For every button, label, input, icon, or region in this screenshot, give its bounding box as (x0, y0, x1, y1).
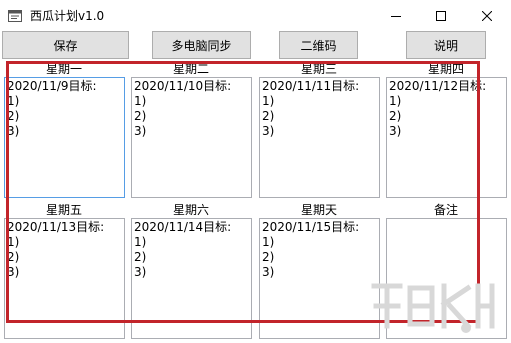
day-label-tuesday: 星期二 (172, 62, 209, 76)
close-icon (482, 10, 492, 21)
multi-pc-sync-button[interactable]: 多电脑同步 (152, 31, 251, 59)
maximize-button[interactable] (418, 0, 464, 31)
day-text-line: 1) (262, 94, 275, 108)
day-text-line: 1) (134, 94, 147, 108)
day-label-friday: 星期五 (45, 203, 82, 217)
help-button[interactable]: 说明 (406, 31, 486, 59)
day-text-line: 2) (134, 109, 147, 123)
day-text-line: 3) (7, 124, 20, 138)
qrcode-button[interactable]: 二维码 (279, 31, 358, 59)
save-button[interactable]: 保存 (2, 31, 129, 59)
day-label-sunday: 星期天 (300, 203, 337, 217)
day-text-line: 1) (262, 235, 275, 249)
day-text-line: 3) (262, 124, 275, 138)
minimize-icon (391, 15, 401, 17)
day-text-line: 2) (7, 250, 20, 264)
app-icon (8, 10, 22, 22)
day-text-line: 2020/11/10目标: (134, 79, 232, 93)
app-window: 西瓜计划v1.0 保存 多电脑同步 二维码 说明 星期一 星期二 星期三 星期四… (0, 0, 511, 343)
day-text-line: 3) (389, 124, 402, 138)
day-text-line: 2020/11/15目标: (262, 220, 360, 234)
day-text-line: 1) (134, 235, 147, 249)
day-label-thursday: 星期四 (427, 62, 464, 76)
day-text-line: 2) (134, 250, 147, 264)
close-button[interactable] (464, 0, 510, 31)
day-text-line: 2) (262, 109, 275, 123)
day-textbox-saturday[interactable]: 2020/11/14目标: 1) 2) 3) (131, 218, 252, 339)
day-textbox-sunday[interactable]: 2020/11/15目标: 1) 2) 3) (259, 218, 380, 339)
day-text-line: 2020/11/9目标: (7, 79, 97, 93)
day-text-line: 3) (134, 124, 147, 138)
day-text-line: 3) (7, 265, 20, 279)
day-text-line: 2) (389, 109, 402, 123)
day-text-line: 2020/11/12目标: (389, 79, 487, 93)
day-text-line: 2020/11/13目标: (7, 220, 105, 234)
day-textbox-wednesday[interactable]: 2020/11/11目标: 1) 2) 3) (259, 77, 380, 198)
day-textbox-monday[interactable]: 2020/11/9目标: 1) 2) 3) (4, 77, 125, 198)
day-text-line: 2) (7, 109, 20, 123)
title-bar[interactable]: 西瓜计划v1.0 (0, 0, 511, 31)
day-textbox-thursday[interactable]: 2020/11/12目标: 1) 2) 3) (386, 77, 507, 198)
window-title: 西瓜计划v1.0 (30, 9, 105, 23)
minimize-button[interactable] (373, 0, 419, 31)
day-text-line: 2) (262, 250, 275, 264)
day-text-line: 1) (7, 94, 20, 108)
day-text-line: 3) (134, 265, 147, 279)
day-label-saturday: 星期六 (172, 203, 209, 217)
day-label-wednesday: 星期三 (300, 62, 337, 76)
day-text-line: 2020/11/11目标: (262, 79, 360, 93)
maximize-icon (436, 10, 446, 21)
notes-label: 备注 (433, 203, 458, 217)
day-text-line: 3) (262, 265, 275, 279)
notes-textbox[interactable] (386, 218, 507, 339)
day-text-line: 1) (7, 235, 20, 249)
day-label-monday: 星期一 (45, 62, 82, 76)
day-textbox-tuesday[interactable]: 2020/11/10目标: 1) 2) 3) (131, 77, 252, 198)
day-textbox-friday[interactable]: 2020/11/13目标: 1) 2) 3) (4, 218, 125, 339)
day-text-line: 1) (389, 94, 402, 108)
day-text-line: 2020/11/14目标: (134, 220, 232, 234)
